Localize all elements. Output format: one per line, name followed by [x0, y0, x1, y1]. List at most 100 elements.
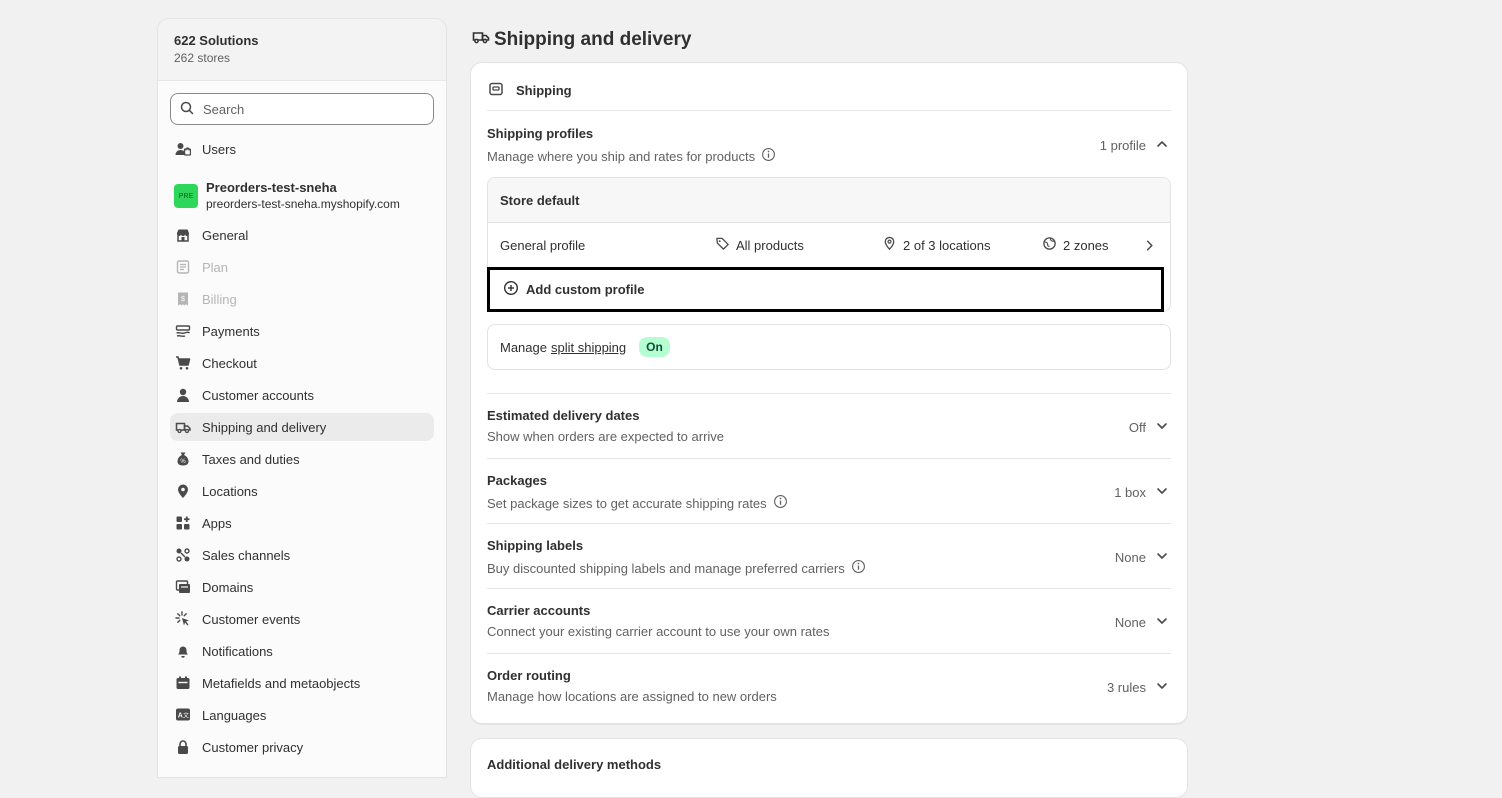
users-icon	[175, 141, 191, 157]
sidebar-item-general[interactable]: General	[170, 221, 434, 249]
divider	[487, 458, 1171, 459]
order-routing-title: Order routing	[487, 668, 571, 683]
shipping-labels-desc-text: Buy discounted shipping labels and manag…	[487, 560, 845, 576]
person-icon	[175, 387, 191, 403]
language-icon: A文	[175, 707, 191, 723]
truck-icon	[175, 419, 191, 435]
order-routing-toggle[interactable]: 3 rules	[1107, 679, 1169, 696]
sidebar-item-shipping-and-delivery[interactable]: Shipping and delivery	[170, 413, 434, 441]
sidebar-item-sales-channels[interactable]: Sales channels	[170, 541, 434, 569]
shipping-profiles-desc: Manage where you ship and rates for prod…	[487, 147, 776, 165]
globe-icon	[1042, 236, 1063, 254]
sidebar-item-notifications[interactable]: Notifications	[170, 637, 434, 665]
sidebar-item-label: Plan	[202, 259, 229, 275]
sidebar-item-label: Billing	[202, 291, 237, 307]
svg-text:$: $	[181, 296, 185, 303]
carrier-accounts-desc: Connect your existing carrier account to…	[487, 624, 830, 639]
card-heading: Shipping	[488, 81, 572, 100]
store-url: preorders-test-sneha.myshopify.com	[206, 197, 400, 211]
sidebar-item-locations[interactable]: Locations	[170, 477, 434, 505]
split-prefix: Manage	[500, 339, 547, 355]
sidebar-item-customer-events[interactable]: Customer events	[170, 605, 434, 633]
sidebar-item-checkout[interactable]: Checkout	[170, 349, 434, 377]
estimated-delivery-dates-title: Estimated delivery dates	[487, 408, 640, 423]
carrier-accounts-desc-text: Connect your existing carrier account to…	[487, 624, 830, 639]
shipping-card: Shipping Shipping profiles Manage where …	[470, 62, 1188, 724]
svg-text:文: 文	[183, 712, 189, 720]
shipping-profiles-title: Shipping profiles	[487, 126, 594, 141]
search-box[interactable]	[170, 93, 434, 125]
org-name: 622 Solutions	[174, 33, 259, 48]
sidebar-item-languages[interactable]: A 文 Languages	[170, 701, 434, 729]
search-icon	[179, 100, 195, 119]
shipping-profiles-desc-text: Manage where you ship and rates for prod…	[487, 148, 756, 164]
info-icon[interactable]	[767, 494, 788, 512]
settings-sidebar: 622 Solutions 262 stores Users PRE Preor…	[157, 18, 447, 778]
search-input[interactable]	[203, 101, 423, 117]
split-shipping-link[interactable]: split shipping	[551, 340, 626, 355]
sidebar-item-customer-privacy[interactable]: Customer privacy	[170, 733, 434, 761]
sidebar-item-customer-accounts[interactable]: Customer accounts	[170, 381, 434, 409]
divider	[487, 588, 1171, 589]
sidebar-item-label: Payments	[202, 323, 260, 339]
store-default-header: Store default	[488, 178, 1170, 223]
sidebar-item-users[interactable]: Users	[170, 135, 434, 163]
shipping-labels-desc: Buy discounted shipping labels and manag…	[487, 559, 866, 577]
store-name: Preorders-test-sneha	[206, 180, 337, 195]
billing-icon: $	[175, 291, 191, 307]
estimated-delivery-dates-value: Off	[1128, 420, 1146, 435]
order-routing-desc-text: Manage how locations are assigned to new…	[487, 689, 777, 704]
status-badge: On	[639, 337, 670, 357]
sidebar-item-label: Customer privacy	[202, 739, 304, 755]
divider	[487, 653, 1171, 654]
domains-icon	[175, 579, 191, 595]
org-switcher[interactable]: 622 Solutions 262 stores	[158, 19, 446, 81]
tag-icon	[715, 236, 736, 254]
box-icon	[488, 81, 516, 100]
sidebar-item-label: Apps	[202, 515, 232, 531]
sidebar-item-label: Users	[202, 141, 236, 157]
page-title-text: Shipping and delivery	[494, 29, 692, 50]
info-icon[interactable]	[755, 147, 776, 165]
tax-icon: %	[175, 451, 191, 467]
sidebar-item-taxes-and-duties[interactable]: % Taxes and duties	[170, 445, 434, 473]
info-icon[interactable]	[845, 559, 866, 577]
sidebar-item-label: Customer events	[202, 611, 301, 627]
svg-text:%: %	[180, 459, 186, 465]
sidebar-item-plan: Plan	[170, 253, 434, 281]
payments-icon	[175, 323, 191, 339]
shipping-labels-toggle[interactable]: None	[1115, 549, 1169, 566]
sidebar-item-payments[interactable]: Payments	[170, 317, 434, 345]
bell-icon	[175, 643, 191, 659]
shipping-profiles-toggle[interactable]: 1 profile	[1100, 137, 1169, 154]
add-custom-profile-button[interactable]: Add custom profile	[487, 267, 1164, 312]
store-icon	[175, 227, 191, 243]
estimated-delivery-dates-toggle[interactable]: Off	[1129, 419, 1169, 436]
chevron-up-icon	[1146, 137, 1169, 154]
sidebar-item-metafields-and-metaobjects[interactable]: Metafields and metaobjects	[170, 669, 434, 697]
store-avatar: PRE	[174, 184, 198, 208]
divider	[487, 393, 1171, 394]
locations-label: 2 of 3 locations	[903, 237, 991, 253]
products-label: All products	[736, 237, 804, 253]
products-cell: All products	[715, 236, 804, 254]
sidebar-item-label: Locations	[202, 483, 258, 499]
general-profile-row[interactable]: General profile All products 2 of 3 loca…	[488, 223, 1170, 267]
chevron-right-icon	[1142, 238, 1163, 253]
carrier-accounts-toggle[interactable]: None	[1115, 614, 1169, 631]
sidebar-item-apps[interactable]: Apps	[170, 509, 434, 537]
sidebar-item-label: Domains	[202, 579, 254, 595]
sidebar-item-label: General	[202, 227, 249, 243]
profiles-count: 1 profile	[1099, 138, 1146, 153]
org-store-count: 262 stores	[174, 51, 231, 65]
sidebar-item-billing: $ Billing	[170, 285, 434, 313]
sidebar-item-label: Metafields and metaobjects	[202, 675, 361, 691]
add-custom-profile-label: Add custom profile	[526, 282, 645, 297]
packages-desc: Set package sizes to get accurate shippi…	[487, 494, 788, 512]
packages-toggle[interactable]: 1 box	[1114, 484, 1169, 501]
additional-delivery-card: Additional delivery methods	[470, 738, 1188, 798]
sidebar-item-label: Customer accounts	[202, 387, 314, 403]
location-icon	[175, 483, 191, 499]
sidebar-item-domains[interactable]: Domains	[170, 573, 434, 601]
plan-icon	[175, 259, 191, 275]
